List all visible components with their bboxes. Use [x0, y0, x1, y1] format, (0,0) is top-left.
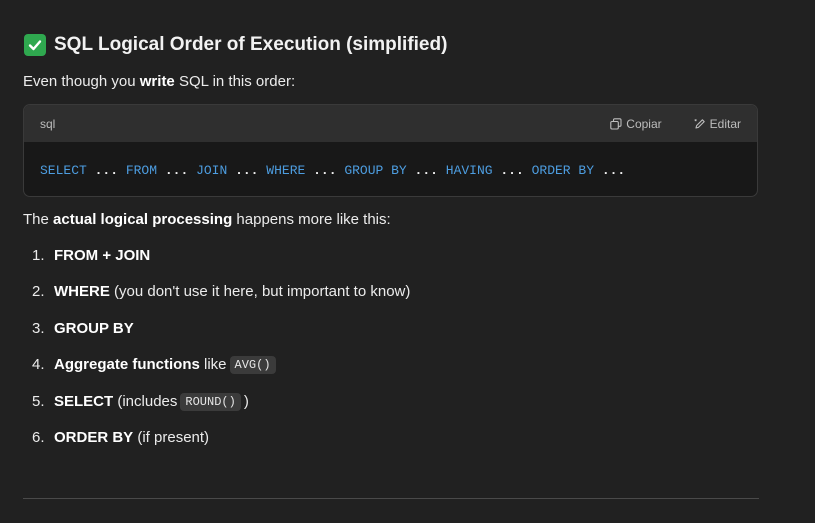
list-item: 3. GROUP BY — [32, 320, 410, 356]
execution-order-list: 1. FROM + JOIN 2. WHERE (you don't use it h… — [32, 247, 410, 465]
list-item-text: ORDER BY (if present) — [54, 429, 209, 446]
list-item-bold: Aggregate functions — [54, 356, 200, 374]
sql-ellipsis: ... — [227, 162, 267, 178]
list-item-text: FROM + JOIN — [54, 247, 150, 264]
p2-prefix: The — [23, 211, 54, 228]
sql-keyword: ORDER BY — [531, 162, 595, 178]
list-item-text: GROUP BY — [54, 320, 134, 337]
list-item: 1. FROM + JOIN — [32, 247, 410, 283]
sql-ellipsis: ... — [157, 162, 197, 178]
list-item-number: 2. — [32, 283, 45, 301]
sql-ellipsis: ... — [492, 162, 532, 178]
sql-keyword: GROUP BY — [344, 162, 407, 178]
copy-icon — [610, 117, 622, 130]
edit-label: Editar — [709, 116, 741, 131]
list-item-rest: (if present) — [133, 428, 210, 446]
edit-pencil-icon — [694, 118, 705, 129]
list-item: 2. WHERE (you don't use it here, but impo… — [32, 283, 410, 319]
intro-bold: write — [139, 73, 175, 90]
sql-ellipsis: ... — [86, 162, 126, 178]
list-item: 4. Aggregate functions like AVG() — [32, 356, 410, 392]
list-item-text: WHERE (you don't use it here, but import… — [54, 283, 410, 300]
list-item-number: 5. — [32, 392, 45, 410]
list-item-text: SELECT (includes ROUND()) — [54, 392, 249, 411]
list-item-bold: FROM + JOIN — [54, 247, 151, 264]
sql-keyword: WHERE — [266, 162, 306, 178]
processing-paragraph: The actual logical processing happens mo… — [23, 211, 391, 228]
list-item-rest: like — [199, 356, 227, 374]
intro-paragraph: Even though you write SQL in this order: — [23, 73, 295, 90]
code-content: SELECT ... FROM ... JOIN ... WHERE ... G… — [24, 142, 757, 196]
list-item-rest: (includes — [113, 392, 178, 410]
p2-bold: actual logical processing — [53, 211, 233, 228]
edit-button[interactable]: Editar — [694, 117, 741, 131]
heading-text: SQL Logical Order of Execution (simplifi… — [54, 34, 448, 55]
list-item-number: 1. — [32, 247, 45, 264]
list-item-text: Aggregate functions like AVG() — [54, 356, 279, 375]
code-block-header: sql Copiar Editar — [24, 105, 757, 142]
code-language-label: sql — [40, 116, 56, 131]
chat-message: SQL Logical Order of Execution (simplifi… — [0, 0, 815, 523]
divider — [23, 498, 759, 499]
list-item-bold: WHERE — [54, 283, 110, 301]
list-item-number: 6. — [32, 428, 45, 446]
inline-code: ROUND() — [180, 392, 241, 411]
intro-suffix: SQL in this order: — [174, 73, 296, 90]
inline-code: AVG() — [229, 356, 276, 375]
list-item-number: 3. — [32, 319, 45, 337]
list-item-rest: (you don't use it here, but important to… — [109, 283, 411, 301]
section-heading: SQL Logical Order of Execution (simplifi… — [24, 33, 447, 57]
list-item: 6. ORDER BY (if present) — [32, 429, 410, 465]
list-item-after: ) — [243, 392, 249, 410]
list-item: 5. SELECT (includes ROUND()) — [32, 392, 410, 429]
list-item-bold: GROUP BY — [54, 319, 134, 337]
sql-keyword: HAVING — [445, 162, 493, 178]
sql-ellipsis: ... — [594, 162, 626, 178]
sql-ellipsis: ... — [406, 162, 446, 178]
list-item-bold: SELECT — [54, 392, 114, 410]
list-item-number: 4. — [32, 356, 45, 374]
sql-keyword: JOIN — [196, 162, 228, 178]
copy-button[interactable]: Copiar — [610, 116, 662, 131]
copy-label: Copiar — [626, 116, 662, 131]
sql-ellipsis: ... — [305, 162, 345, 178]
p2-suffix: happens more like this: — [232, 211, 391, 228]
sql-keyword: FROM — [125, 162, 158, 178]
check-mark-icon — [24, 34, 46, 56]
code-block: sql Copiar Editar SELECT ... FROM ... JO… — [23, 104, 758, 197]
sql-keyword: SELECT — [40, 162, 87, 178]
intro-prefix: Even though you — [23, 73, 140, 90]
list-item-bold: ORDER BY — [54, 428, 134, 446]
